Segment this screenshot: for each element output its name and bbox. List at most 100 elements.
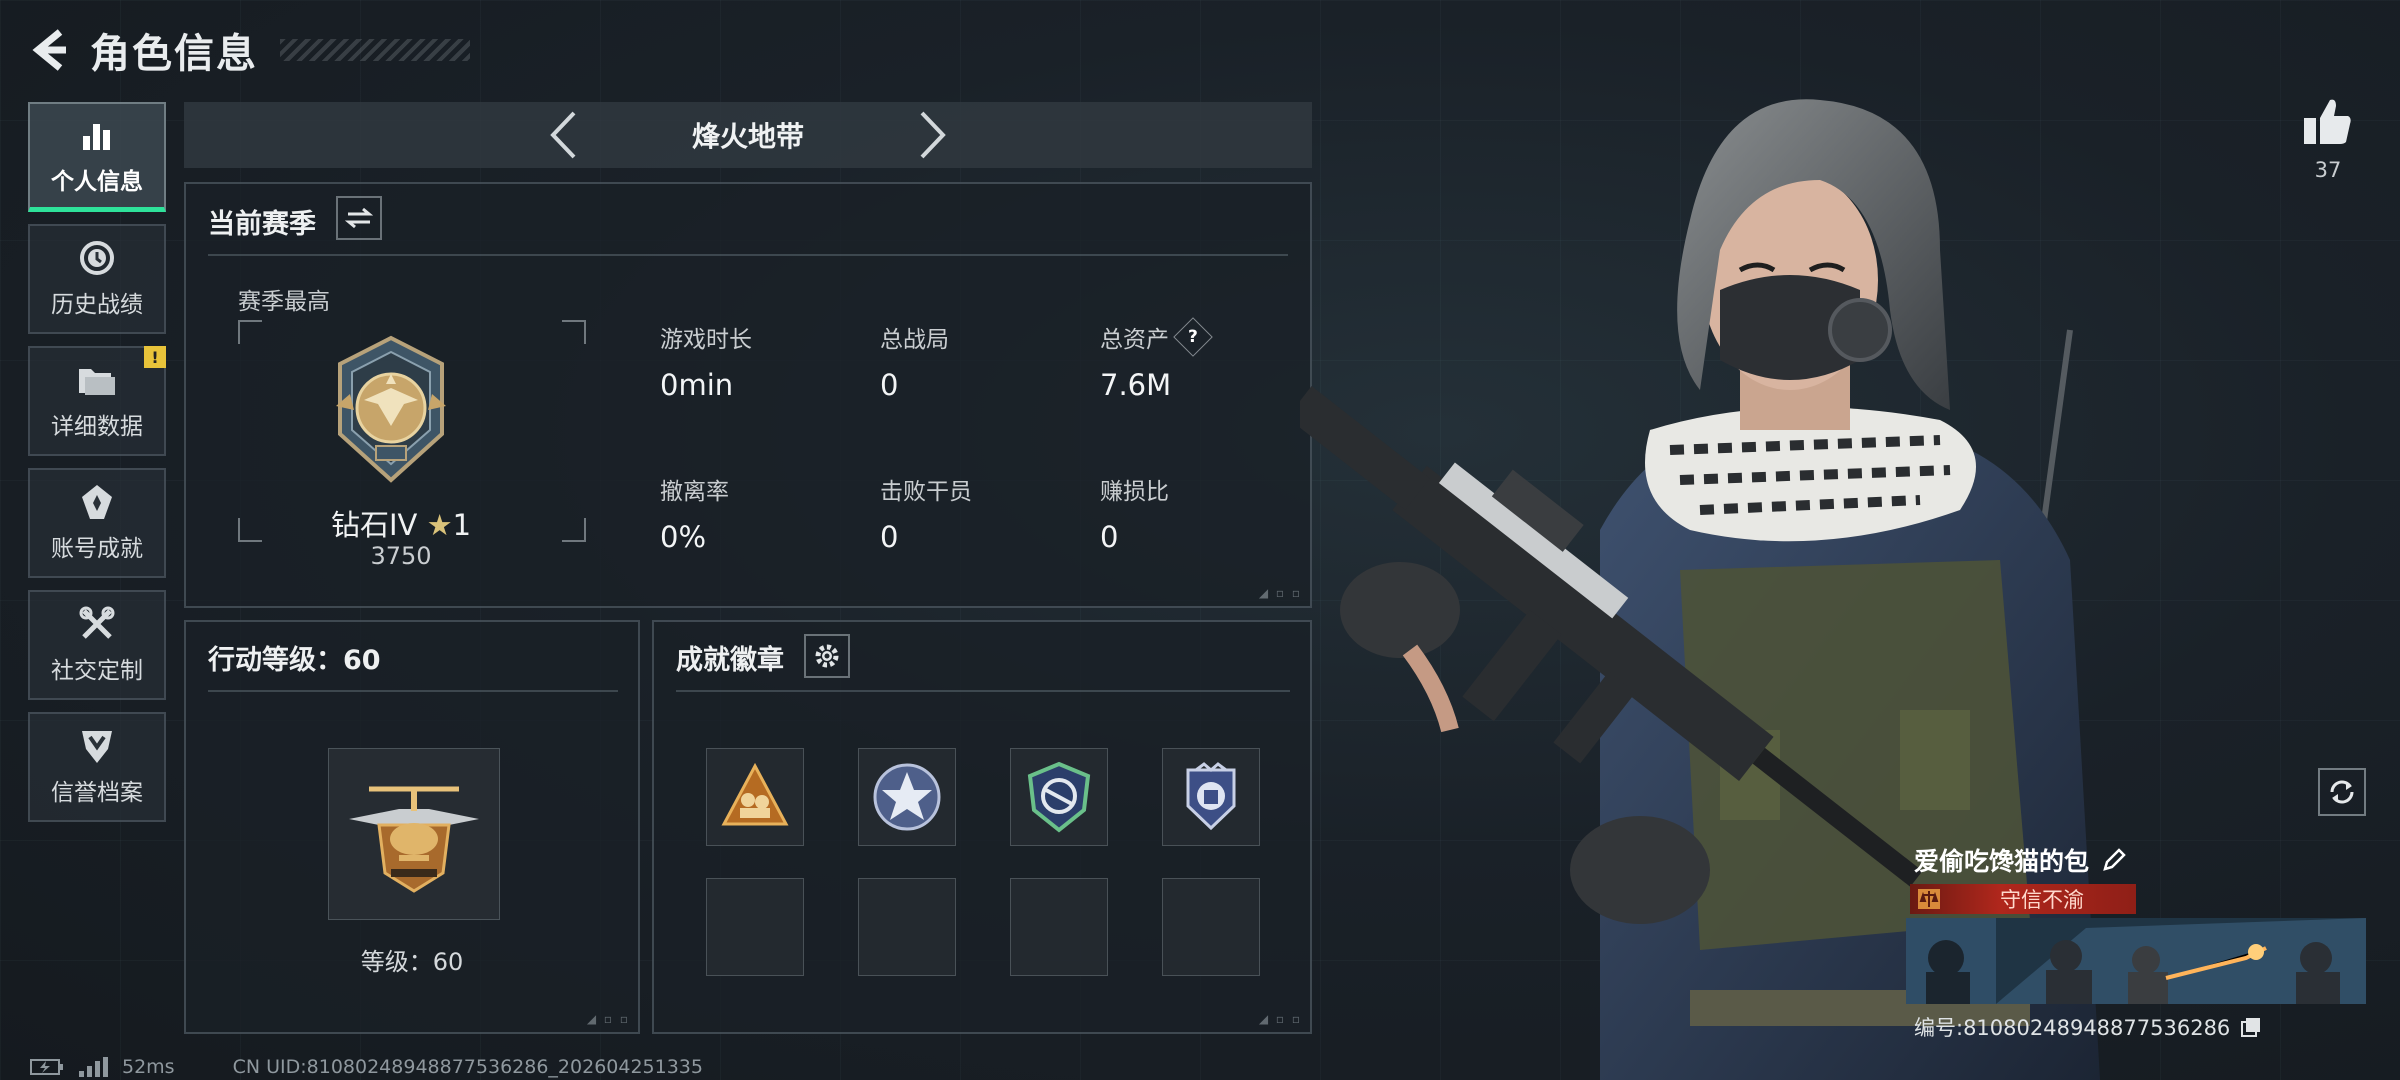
mode-title: 烽火地带 xyxy=(691,120,804,153)
back-button[interactable] xyxy=(28,25,72,75)
stat-value: 0% xyxy=(660,520,707,554)
edit-pencil-icon[interactable] xyxy=(2101,847,2127,873)
stat-value: 0min xyxy=(660,368,734,402)
thumbs-up-icon[interactable] xyxy=(2302,96,2354,148)
sidebar-item-label: 账号成就 xyxy=(51,536,143,562)
cn-uid-text: CN UID:81080248948877536286_202604251335 xyxy=(232,1056,703,1078)
page-title: 角色信息 xyxy=(90,31,258,77)
rank-star-icon: ★ xyxy=(426,508,453,542)
mode-selector: 烽火地带 xyxy=(184,102,1312,168)
season-switch-button[interactable] xyxy=(336,196,382,240)
chevron-right-icon xyxy=(920,111,946,159)
bar-chart-icon xyxy=(77,116,117,154)
page-header: 角色信息 xyxy=(28,20,470,80)
stat-label: 总战局 xyxy=(880,327,949,353)
refresh-button[interactable] xyxy=(2318,768,2366,816)
player-card-banner-image[interactable] xyxy=(1906,918,2366,1004)
stat-label: 总资产 xyxy=(1100,327,1169,353)
rank-name: 钻石IV ★1 xyxy=(286,502,516,544)
season-best-label: 赛季最高 xyxy=(238,289,330,315)
level-emblem-frame xyxy=(328,748,500,920)
ping-value: 52ms xyxy=(122,1056,175,1078)
help-icon[interactable]: ? xyxy=(1173,317,1213,357)
badge-slot[interactable] xyxy=(858,748,956,846)
level-heading: 行动等级：60 xyxy=(208,645,381,676)
green-shield-badge-icon xyxy=(1027,761,1091,833)
refresh-icon xyxy=(2330,780,2354,804)
stat-label: 撤离率 xyxy=(660,479,729,505)
stat-value: 7.6M xyxy=(1100,368,1172,402)
copy-icon[interactable] xyxy=(2240,1016,2262,1038)
back-arrow-icon xyxy=(32,29,66,71)
credit-title-banner: 守信不渝 xyxy=(1910,884,2136,914)
player-id: 编号:81080248948877536286 xyxy=(1914,1016,2231,1040)
sidebar-item-detailed-data[interactable]: ! 详细数据 xyxy=(28,346,166,456)
swap-icon xyxy=(345,207,373,229)
stat-label: 击败干员 xyxy=(880,479,972,505)
season-heading: 当前赛季 xyxy=(208,209,316,240)
level-text: 等级：60 xyxy=(360,948,464,976)
level-panel: 行动等级：60 等级：60 ◢ ▫ ▫ xyxy=(184,620,640,1034)
mode-next-button[interactable] xyxy=(908,105,958,165)
panel-corner-decoration: ◢ ▫ ▫ xyxy=(1258,1012,1302,1026)
stat-operators-defeated: 击败干员 0 xyxy=(880,472,972,554)
season-divider xyxy=(208,254,1288,256)
history-icon xyxy=(77,239,117,277)
sidebar-item-label: 信誉档案 xyxy=(51,780,143,806)
badge-slot[interactable] xyxy=(1010,748,1108,846)
stat-total-matches: 总战局 0 xyxy=(880,320,949,402)
rank-score: 3750 xyxy=(370,542,432,570)
stat-value: 0 xyxy=(880,520,899,554)
title-decoration xyxy=(280,39,470,61)
rank-star-count: 1 xyxy=(452,508,472,542)
help-glyph: ? xyxy=(1188,327,1198,347)
signal-strength-icon xyxy=(79,1057,108,1077)
badges-heading: 成就徽章 xyxy=(676,645,784,676)
sidebar-item-label: 详细数据 xyxy=(51,414,143,440)
sidebar-item-social-custom[interactable]: 社交定制 xyxy=(28,590,166,700)
warning-badge: ! xyxy=(144,346,166,368)
rank-tier: 钻石IV xyxy=(330,508,418,542)
stat-value: 0 xyxy=(1100,520,1119,554)
player-name-row: 爱偷吃馋猫的包 xyxy=(1914,842,2127,878)
badge-slot[interactable] xyxy=(706,748,804,846)
sidebar-item-credit-file[interactable]: 信誉档案 xyxy=(28,712,166,822)
badge-settings-button[interactable] xyxy=(804,634,850,678)
season-panel: 当前赛季 赛季最高 钻石IV ★1 3750 游戏时长 0min 总战局 0 总… xyxy=(184,182,1312,608)
empty-badge-slot[interactable] xyxy=(858,878,956,976)
sidebar-item-label: 社交定制 xyxy=(51,658,143,684)
panel-corner-decoration: ◢ ▫ ▫ xyxy=(586,1012,630,1026)
folder-icon xyxy=(77,361,117,399)
scale-icon xyxy=(1910,884,1948,914)
mode-prev-button[interactable] xyxy=(538,105,588,165)
badges-panel: 成就徽章 ◢ ▫ ▫ xyxy=(652,620,1312,1034)
empty-badge-slot[interactable] xyxy=(706,878,804,976)
stat-extract-rate: 撤离率 0% xyxy=(660,472,729,554)
stat-label: 赚损比 xyxy=(1100,479,1169,505)
stat-profit-loss-ratio: 赚损比 0 xyxy=(1100,472,1169,554)
empty-badge-slot[interactable] xyxy=(1010,878,1108,976)
chevron-left-icon xyxy=(550,111,576,159)
sidebar: 个人信息 历史战绩 ! 详细数据 账号成就 社交定制 信誉档案 xyxy=(28,102,166,834)
panel-corner-decoration: ◢ ▫ ▫ xyxy=(1258,586,1302,600)
sidebar-item-history[interactable]: 历史战绩 xyxy=(28,224,166,334)
sidebar-item-achievements[interactable]: 账号成就 xyxy=(28,468,166,578)
player-name: 爱偷吃馋猫的包 xyxy=(1914,847,2090,876)
blue-crest-badge-icon xyxy=(1186,762,1236,831)
sidebar-item-label: 历史战绩 xyxy=(51,292,143,318)
empty-badge-slot[interactable] xyxy=(1162,878,1260,976)
credit-title: 守信不渝 xyxy=(2000,888,2084,912)
battery-charging-icon xyxy=(30,1059,63,1075)
sidebar-item-personal-info[interactable]: 个人信息 xyxy=(28,102,166,212)
badge-slot[interactable] xyxy=(1162,748,1260,846)
player-id-row: 编号:81080248948877536286 xyxy=(1914,1012,2262,1042)
stat-label: 游戏时长 xyxy=(660,327,752,353)
level-divider xyxy=(208,690,618,692)
achievement-icon xyxy=(77,483,117,521)
tools-icon xyxy=(77,605,117,643)
stat-total-assets: 总资产 ? 7.6M xyxy=(1100,317,1213,402)
credit-shield-icon xyxy=(77,727,117,765)
gear-icon xyxy=(815,644,839,668)
status-bar: 52ms CN UID:81080248948877536286_2026042… xyxy=(30,1054,703,1080)
sidebar-item-label: 个人信息 xyxy=(51,168,143,195)
